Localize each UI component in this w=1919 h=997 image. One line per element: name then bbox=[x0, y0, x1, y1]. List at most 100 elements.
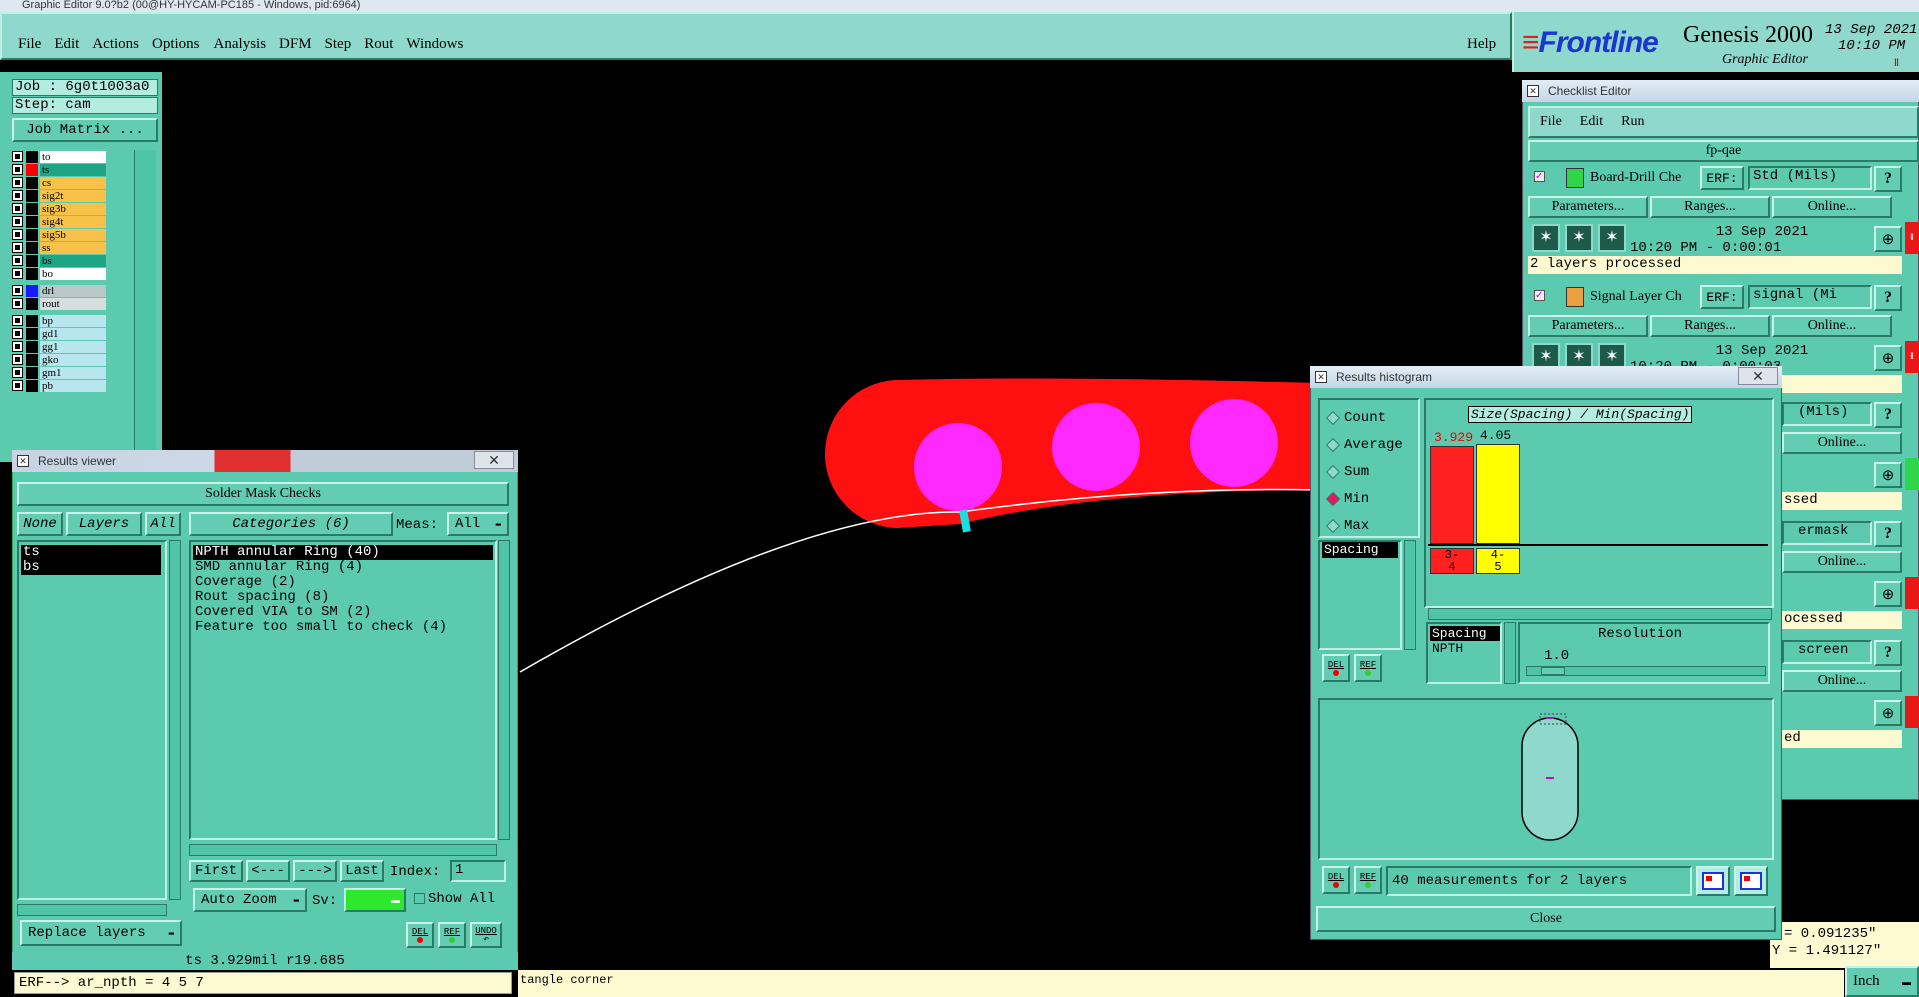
categories-button[interactable]: Categories (6) bbox=[189, 512, 393, 536]
checklist-titlebar[interactable]: ✕ Checklist Editor bbox=[1522, 80, 1919, 102]
run-icon[interactable]: ✶ bbox=[1598, 224, 1626, 252]
export-right-button[interactable] bbox=[1734, 866, 1768, 896]
layer-list-scrollbar[interactable] bbox=[169, 540, 181, 900]
results-viewer-titlebar[interactable]: ✕ Results viewer ✕ bbox=[12, 450, 518, 472]
hist-ref-button-2[interactable]: REF bbox=[1354, 866, 1382, 894]
menu-edit[interactable]: Edit bbox=[54, 36, 79, 56]
zoom-icon[interactable]: ⊕ bbox=[1874, 581, 1902, 607]
item-checkbox[interactable]: ✓ bbox=[1534, 171, 1545, 182]
close-icon[interactable]: ✕ bbox=[474, 451, 514, 469]
first-button[interactable]: First bbox=[189, 860, 243, 882]
zoom-icon[interactable]: ⊕ bbox=[1874, 462, 1902, 488]
item-name[interactable]: Signal Layer Ch bbox=[1590, 289, 1700, 305]
category-hscrollbar[interactable] bbox=[189, 844, 497, 856]
show-all-checkbox[interactable] bbox=[414, 893, 425, 904]
menu-rout[interactable]: Rout bbox=[364, 36, 393, 56]
layer-list-hscrollbar[interactable] bbox=[17, 904, 167, 916]
radio-count[interactable]: Count bbox=[1324, 404, 1420, 431]
help-icon[interactable]: ? bbox=[1874, 521, 1902, 547]
help-icon[interactable]: ? bbox=[1874, 640, 1902, 666]
del-button[interactable]: DEL bbox=[406, 922, 434, 948]
layers-button[interactable]: Layers bbox=[66, 512, 142, 536]
menu-analysis[interactable]: Analysis bbox=[214, 36, 267, 56]
erf-command-line[interactable]: ERF--> ar_npth = 4 5 7 bbox=[14, 972, 512, 994]
radio-average[interactable]: Average bbox=[1324, 431, 1420, 458]
category-scrollbar[interactable] bbox=[498, 540, 510, 840]
hist-ref-button[interactable]: REF bbox=[1354, 654, 1382, 682]
layer-results-list[interactable] bbox=[17, 540, 167, 900]
legend-item[interactable]: Spacing bbox=[1430, 626, 1500, 641]
category-item[interactable]: Covered VIA to SM (2) bbox=[193, 605, 493, 620]
category-item[interactable]: Coverage (2) bbox=[193, 575, 493, 590]
online-button[interactable]: Online... bbox=[1772, 196, 1892, 218]
close-icon[interactable]: ✕ bbox=[1738, 367, 1778, 385]
resolution-slider[interactable] bbox=[1526, 666, 1766, 676]
next-button[interactable]: ---> bbox=[293, 860, 337, 882]
menu-options[interactable]: Options bbox=[152, 36, 200, 56]
menu-dfm[interactable]: DFM bbox=[279, 36, 312, 56]
histogram-titlebar[interactable]: ✕ Results histogram ✕ bbox=[1310, 366, 1782, 388]
category-item[interactable]: NPTH annular Ring (40) bbox=[193, 545, 493, 560]
parameters-button[interactable]: Parameters... bbox=[1528, 196, 1648, 218]
ranges-button[interactable]: Ranges... bbox=[1650, 315, 1770, 337]
meas-select[interactable]: All ▬ bbox=[447, 512, 509, 536]
chart-hscrollbar[interactable] bbox=[1428, 608, 1772, 620]
menu-windows[interactable]: Windows bbox=[406, 36, 463, 56]
item-name[interactable]: Board-Drill Che bbox=[1590, 170, 1700, 186]
status-line: ssed bbox=[1782, 492, 1902, 510]
all-button[interactable]: All bbox=[145, 512, 181, 536]
run-icon[interactable]: ✶ bbox=[1565, 224, 1593, 252]
result-layer-item[interactable]: bs bbox=[21, 560, 161, 575]
checklist-menu-run[interactable]: Run bbox=[1621, 114, 1644, 130]
online-button[interactable]: Online... bbox=[1772, 315, 1892, 337]
result-layer-item[interactable]: ts bbox=[21, 545, 161, 560]
run-icon[interactable]: ✶ bbox=[1532, 224, 1560, 252]
radio-max[interactable]: Max bbox=[1324, 512, 1420, 539]
index-input[interactable]: 1 bbox=[450, 860, 506, 882]
units-select[interactable]: Inch ▬ bbox=[1845, 966, 1919, 997]
sv-color-select[interactable]: ▬ bbox=[344, 888, 406, 912]
prev-button[interactable]: <--- bbox=[246, 860, 290, 882]
erf-button[interactable]: ERF: bbox=[1700, 285, 1744, 309]
online-button[interactable]: Online... bbox=[1782, 432, 1902, 454]
help-menu[interactable]: Help bbox=[1467, 36, 1496, 53]
checklist-menu-edit[interactable]: Edit bbox=[1580, 114, 1603, 130]
undo-button[interactable]: UNDO ↶ bbox=[470, 922, 502, 948]
radio-sum[interactable]: Sum bbox=[1324, 458, 1420, 485]
help-icon[interactable]: ? bbox=[1874, 285, 1902, 311]
close-button[interactable]: Close bbox=[1316, 906, 1776, 932]
erf-button[interactable]: ERF: bbox=[1700, 166, 1744, 190]
item-checkbox[interactable]: ✓ bbox=[1534, 290, 1545, 301]
menu-step[interactable]: Step bbox=[325, 36, 352, 56]
legend-item[interactable]: NPTH bbox=[1430, 641, 1500, 656]
parameters-button[interactable]: Parameters... bbox=[1528, 315, 1648, 337]
none-button[interactable]: None bbox=[17, 512, 63, 536]
category-item[interactable]: SMD annular Ring (4) bbox=[193, 560, 493, 575]
ref-button[interactable]: REF bbox=[438, 922, 466, 948]
histogram-list-item[interactable]: Spacing bbox=[1322, 542, 1398, 558]
hist-del-button-2[interactable]: DEL bbox=[1322, 866, 1350, 894]
histogram-list-scrollbar[interactable] bbox=[1404, 540, 1416, 650]
online-button[interactable]: Online... bbox=[1782, 670, 1902, 692]
zoom-icon[interactable]: ⊕ bbox=[1874, 226, 1902, 252]
last-button[interactable]: Last bbox=[340, 860, 384, 882]
help-icon[interactable]: ? bbox=[1874, 166, 1902, 192]
help-icon[interactable]: ? bbox=[1874, 402, 1902, 428]
radio-min[interactable]: Min bbox=[1324, 485, 1420, 512]
auto-zoom-select[interactable]: Auto Zoom ▬ bbox=[193, 888, 307, 912]
menu-file[interactable]: File bbox=[18, 36, 41, 56]
replace-layers-select[interactable]: Replace layers ▬ bbox=[20, 920, 182, 946]
online-button[interactable]: Online... bbox=[1782, 551, 1902, 573]
bar-range-label: 4- 5 bbox=[1476, 548, 1520, 574]
menu-actions[interactable]: Actions bbox=[92, 36, 139, 56]
category-item[interactable]: Rout spacing (8) bbox=[193, 590, 493, 605]
zoom-icon[interactable]: ⊕ bbox=[1874, 700, 1902, 726]
hist-del-button[interactable]: DEL bbox=[1322, 654, 1350, 682]
zoom-icon[interactable]: ⊕ bbox=[1874, 345, 1902, 371]
ranges-button[interactable]: Ranges... bbox=[1650, 196, 1770, 218]
slider-thumb[interactable] bbox=[1541, 667, 1565, 675]
checklist-menu-file[interactable]: File bbox=[1540, 114, 1562, 130]
legend-scrollbar[interactable] bbox=[1504, 622, 1516, 684]
category-item[interactable]: Feature too small to check (4) bbox=[193, 620, 493, 635]
export-left-button[interactable] bbox=[1696, 866, 1730, 896]
